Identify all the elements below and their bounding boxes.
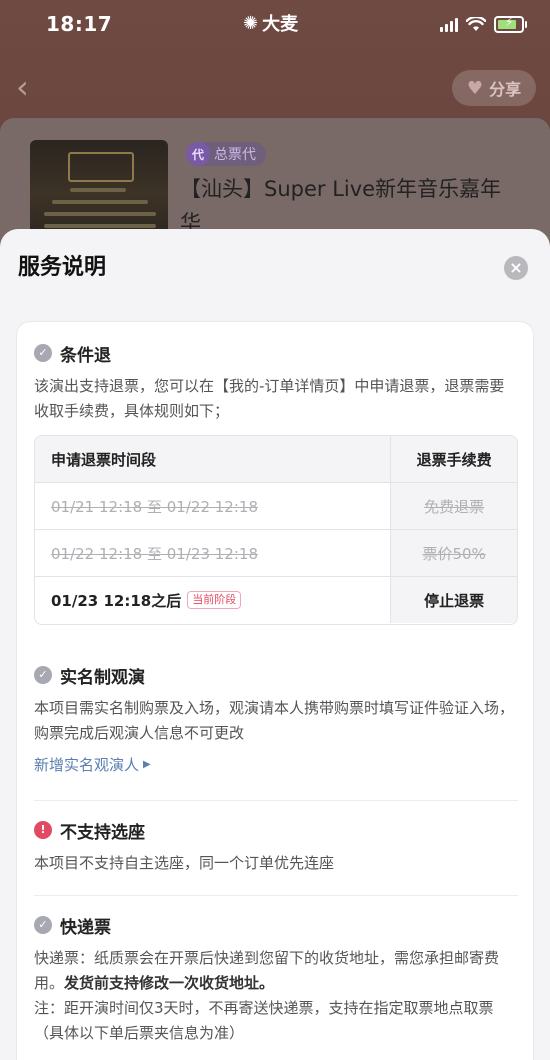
section-express-ticket: ✓ 快递票 快递票：纸质票会在开票后快递到您留下的收货地址，需您承担邮寄费用。发… bbox=[34, 912, 518, 1046]
refund-fee: 票价50% bbox=[390, 530, 517, 576]
table-row: 01/21 12:18 至 01/22 12:18 免费退票 bbox=[35, 483, 517, 530]
section-text: 本项目不支持自主选座，同一个订单优先连座 bbox=[34, 854, 335, 872]
refund-period: 01/21 12:18 至 01/22 12:18 bbox=[51, 497, 258, 516]
damai-logo-icon: ✺ bbox=[243, 12, 259, 34]
refund-fee-table: 申请退票时间段 退票手续费 01/21 12:18 至 01/22 12:18 … bbox=[34, 435, 518, 625]
back-button[interactable]: ‹ bbox=[16, 70, 40, 104]
share-label: 分享 bbox=[489, 80, 522, 99]
agent-badge: 代 总票代 bbox=[186, 142, 266, 166]
section-text: 本项目需实名制购票及入场，观演请本人携带购票时填写证件验证入场，购票完成后观演人… bbox=[34, 699, 515, 742]
signal-icon bbox=[440, 17, 458, 32]
refund-period-cell: 01/23 12:18之后 当前阶段 bbox=[35, 577, 390, 623]
brand-name: 大麦 bbox=[262, 14, 299, 35]
add-viewer-link[interactable]: 新增实名观演人 ▶ bbox=[34, 754, 518, 775]
triangle-right-icon: ▶ bbox=[143, 759, 151, 770]
table-row: 01/22 12:18 至 01/23 12:18 票价50% bbox=[35, 530, 517, 577]
divider bbox=[34, 895, 518, 896]
agent-icon: 代 bbox=[186, 142, 210, 166]
chevron-left-icon: ‹ bbox=[16, 68, 29, 106]
agent-badge-label: 总票代 bbox=[214, 147, 256, 163]
table-row-current: 01/23 12:18之后 当前阶段 停止退票 bbox=[35, 577, 517, 623]
brand-logo: ✺ 大麦 bbox=[243, 10, 298, 36]
section-conditional-refund: ✓ 条件退 该演出支持退票，您可以在【我的-订单详情页】中申请退票，退票需要收取… bbox=[34, 340, 518, 424]
check-icon: ✓ bbox=[34, 344, 52, 362]
status-time: 18:17 bbox=[46, 12, 113, 36]
share-button[interactable]: ♥ 分享 bbox=[452, 70, 536, 106]
table-header-row: 申请退票时间段 退票手续费 bbox=[35, 436, 517, 483]
wifi-icon bbox=[466, 17, 486, 31]
divider bbox=[34, 800, 518, 801]
refund-period: 01/22 12:18 至 01/23 12:18 bbox=[51, 544, 258, 563]
refund-fee: 停止退票 bbox=[390, 577, 517, 623]
warning-icon: ! bbox=[34, 821, 52, 839]
refund-fee: 免费退票 bbox=[390, 483, 517, 529]
current-phase-badge: 当前阶段 bbox=[187, 591, 242, 609]
sheet-title: 服务说明 bbox=[18, 255, 107, 280]
table-header-fee: 退票手续费 bbox=[390, 436, 517, 482]
refund-period: 01/23 12:18之后 bbox=[51, 591, 182, 610]
add-viewer-label: 新增实名观演人 bbox=[34, 756, 140, 774]
battery-icon: ⚡ bbox=[494, 15, 527, 33]
check-icon: ✓ bbox=[34, 916, 52, 934]
section-no-seat-selection: ! 不支持选座 本项目不支持自主选座，同一个订单优先连座 bbox=[34, 817, 518, 876]
close-button[interactable]: × bbox=[504, 256, 528, 280]
heart-icon: ♥ bbox=[466, 77, 484, 99]
express-note: 注：距开演时间仅3天时，不再寄送快递票，支持在指定取票地点取票（具体以下单后票夹… bbox=[34, 999, 494, 1042]
section-title: 快递票 bbox=[60, 917, 111, 938]
section-text: 该演出支持退票，您可以在【我的-订单详情页】中申请退票，退票需要收取手续费，具体… bbox=[34, 377, 505, 420]
section-real-name: ✓ 实名制观演 本项目需实名制购票及入场，观演请本人携带购票时填写证件验证入场，… bbox=[34, 662, 518, 775]
event-poster bbox=[30, 140, 168, 240]
table-header-period: 申请退票时间段 bbox=[35, 436, 391, 482]
check-icon: ✓ bbox=[34, 666, 52, 684]
status-icons: ⚡ bbox=[440, 15, 527, 33]
close-icon: × bbox=[509, 258, 523, 277]
service-card: ✓ 条件退 该演出支持退票，您可以在【我的-订单详情页】中申请退票，退票需要收取… bbox=[16, 321, 534, 1060]
section-title: 条件退 bbox=[60, 345, 111, 366]
section-title: 不支持选座 bbox=[60, 822, 145, 843]
section-title: 实名制观演 bbox=[60, 667, 145, 688]
status-bar: 18:17 ✺ 大麦 ⚡ bbox=[0, 0, 550, 50]
express-address-note: 发货前支持修改一次收货地址。 bbox=[64, 974, 275, 992]
section-text: 快递票：纸质票会在开票后快递到您留下的收货地址，需您承担邮寄费用。发货前支持修改… bbox=[34, 946, 518, 1046]
service-info-sheet: 服务说明 × ✓ 条件退 该演出支持退票，您可以在【我的-订单详情页】中申请退票… bbox=[0, 229, 550, 1060]
